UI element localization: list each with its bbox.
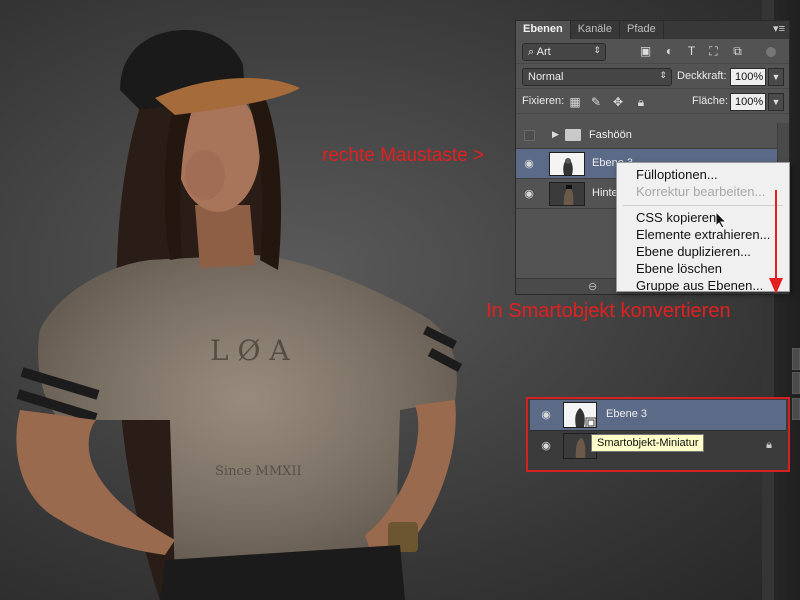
blend-row: Normal ⇕ Deckkraft: 100% ▼ (516, 64, 789, 89)
layer-row-group[interactable]: ▶ Fashöön (516, 121, 778, 149)
lock-position-icon[interactable]: ✥ (611, 95, 625, 109)
blend-mode-select[interactable]: Normal ⇕ (522, 68, 672, 86)
search-icon: ⌕ (528, 46, 535, 58)
visibility-toggle-empty[interactable] (524, 130, 535, 141)
eye-icon[interactable]: ◉ (539, 440, 553, 452)
lock-icon: 🔒︎ (766, 439, 772, 451)
context-menu: Fülloptionen... Korrektur bearbeiten... … (616, 162, 790, 292)
lock-pixels-icon[interactable]: ✎ (589, 95, 603, 109)
tooltip-smart-object-thumbnail: Smartobjekt-Miniatur (591, 434, 705, 452)
fill-label: Fläche: (692, 95, 729, 107)
annotation-right-click: rechte Maustaste > (322, 145, 485, 166)
mouse-cursor-icon (715, 211, 728, 229)
adjustment-filter-icon[interactable]: ◐ (662, 45, 677, 58)
shape-filter-icon[interactable]: ⛶ (706, 45, 721, 58)
inset-layer-ebene3[interactable]: ◉ Ebene 3 (530, 400, 786, 430)
menu-item-extract-assets[interactable]: Elemente extrahieren... (617, 226, 789, 243)
smartobject-filter-icon[interactable]: ⧉ (730, 45, 745, 58)
updown-arrow-icon: ⇕ (593, 45, 601, 55)
svg-text:L Ø A: L Ø A (210, 334, 290, 367)
image-filter-icon[interactable]: ▣ (638, 45, 653, 58)
eye-icon[interactable]: ◉ (522, 158, 536, 170)
filter-toggle-switch[interactable] (766, 47, 776, 57)
inset-layer-name: Ebene 3 (606, 408, 647, 420)
arrow-down-icon (769, 190, 783, 294)
opacity-input[interactable]: 100% (730, 68, 766, 86)
type-filter-icon[interactable]: T (684, 45, 699, 58)
fill-dropdown-arrow[interactable]: ▼ (768, 93, 784, 111)
layer-thumbnail (549, 152, 585, 176)
eye-icon[interactable]: ◉ (522, 188, 536, 200)
lock-transparency-icon[interactable]: ▦ (568, 95, 582, 109)
menu-item-duplicate-layer[interactable]: Ebene duplizieren... (617, 243, 789, 260)
expand-arrow-icon[interactable]: ▶ (552, 129, 559, 140)
lock-label: Fixieren: (522, 95, 565, 107)
layer-name-group: Fashöön (589, 129, 632, 141)
lock-all-icon[interactable]: 🔒︎ (634, 95, 648, 109)
filter-kind-value: Art (536, 46, 551, 58)
updown-arrow-icon: ⇕ (659, 70, 667, 80)
menu-item-blending-options[interactable]: Fülloptionen... (617, 166, 789, 183)
panel-menu-icon[interactable]: ▾≡ (773, 22, 785, 35)
eye-icon[interactable]: ◉ (539, 409, 553, 421)
opacity-label: Deckkraft: (677, 70, 727, 82)
tab-channels[interactable]: Kanäle (571, 21, 620, 39)
folder-icon (565, 129, 581, 141)
result-inset: ◉ Ebene 3 ◉ 🔒︎ Smartobjekt-Miniatur (526, 397, 790, 472)
annotation-convert-smart-object: In Smartobjekt konvertieren (486, 300, 731, 322)
panel-tabbar: Ebenen Kanäle Pfade ▾≡ (516, 21, 789, 39)
tab-layers[interactable]: Ebenen (516, 21, 571, 39)
menu-item-copy-css[interactable]: CSS kopieren (617, 209, 789, 226)
lock-row: Fixieren: ▦ ✎ ✥ 🔒︎ Fläche: 100% ▼ (516, 89, 789, 114)
blend-mode-value: Normal (528, 71, 564, 83)
filter-kind-select[interactable]: ⌕ Art ⇕ (522, 43, 606, 61)
menu-separator (623, 205, 783, 206)
menu-item-delete-layer[interactable]: Ebene löschen (617, 260, 789, 277)
fill-input[interactable]: 100% (730, 93, 766, 111)
tab-paths[interactable]: Pfade (620, 21, 664, 39)
layer-thumbnail (549, 182, 585, 206)
svg-text:Since MMXII: Since MMXII (215, 464, 302, 479)
opacity-dropdown-arrow[interactable]: ▼ (768, 68, 784, 86)
filter-row: ⌕ Art ⇕ ▣ ◐ T ⛶ ⧉ (516, 39, 789, 64)
menu-item-group-from-layers[interactable]: Gruppe aus Ebenen... (617, 277, 789, 291)
link-layers-icon[interactable]: ⊖ (588, 280, 597, 293)
smart-object-thumbnail (563, 402, 597, 428)
menu-item-edit-adjustment: Korrektur bearbeiten... (636, 184, 766, 199)
